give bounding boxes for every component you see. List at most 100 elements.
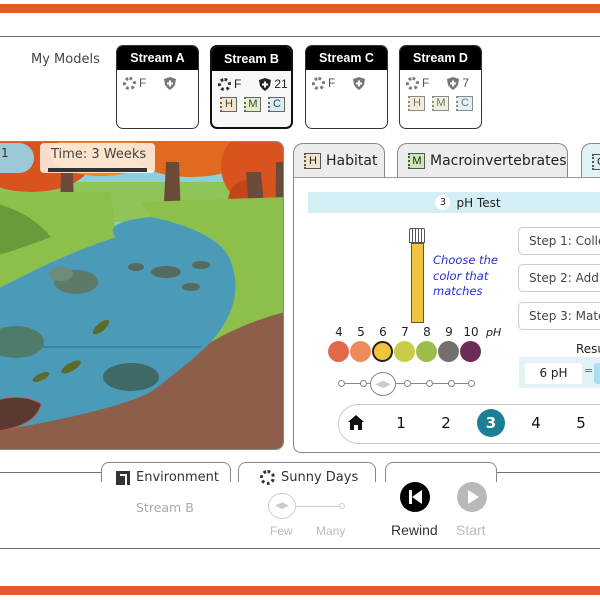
top-accent-bar [0,4,600,13]
slider-track [296,506,340,507]
ph-unit: pH [486,326,502,339]
chemistry-icon: C [592,153,600,170]
stream-illustration [0,142,283,449]
sun-value: F [234,77,242,91]
shield-count: 7 [462,76,470,90]
shield-icon [164,76,177,90]
ph-color-swatches [328,341,482,362]
step-3-chip[interactable]: Step 3: Match [518,302,600,330]
step-1-chip[interactable]: Step 1: Collect [518,227,600,255]
macro-badge: M [244,97,261,112]
slider-stop[interactable] [468,380,475,387]
slider-stop[interactable] [404,380,411,387]
stream-scene [0,141,284,450]
environment-label: Environment [116,470,219,485]
ph-test-title: pH Test [456,195,501,210]
model-card-stream-d[interactable]: Stream D F 7 H M C [399,45,482,129]
step-nav-4[interactable]: 4 [522,409,550,437]
sun-icon [218,77,231,91]
result-answer-box[interactable] [594,363,600,384]
result-equals: = [584,364,594,377]
home-icon [348,415,364,430]
slider-handle[interactable]: ◀▶ [268,493,296,519]
ph-slider[interactable]: ◀▶ [338,372,478,396]
ph-label: 4 [335,325,343,339]
tab-chemistry[interactable]: C [581,143,600,179]
ph-label: 8 [423,325,431,339]
slider-stop[interactable] [338,380,345,387]
test-strip-cap [409,228,425,243]
simulation-tab[interactable] [385,462,497,482]
bottom-accent-bar [0,586,600,595]
start-button[interactable] [457,482,487,512]
ph-swatch-6[interactable] [372,341,393,362]
slider-stop[interactable] [448,380,455,387]
few-label: Few [270,524,293,538]
instruction-text: Choose the color that matches [433,253,498,298]
step-navigation [338,404,600,444]
ph-swatch-7[interactable] [394,341,415,362]
sun-icon [260,470,275,485]
step-2-chip[interactable]: Step 2: Add t [518,264,600,292]
model-name: Stream A [117,46,198,70]
sun-value: F [328,76,336,90]
model-name: Stream B [212,47,291,71]
step-nav-1[interactable]: 1 [387,409,415,437]
rewind-label[interactable]: Rewind [391,522,438,538]
rewind-button[interactable] [400,482,430,512]
ph-swatch-9[interactable] [438,341,459,362]
ph-swatch-5[interactable] [350,341,371,362]
model-name: Stream C [306,46,387,70]
ph-label: 7 [401,325,409,339]
ph-label: 6 [379,325,387,339]
slider-handle[interactable]: ◀▶ [370,372,396,396]
sun-icon [312,76,325,90]
ph-label: 5 [357,325,365,339]
model-card-stream-b[interactable]: Stream B F 21 H M C [210,45,293,129]
shield-icon [447,76,460,90]
macro-badge: M [432,96,449,111]
test-strip [411,243,424,323]
step-number-badge: 3 [435,195,451,210]
ph-swatch-4[interactable] [328,341,349,362]
step-nav-5[interactable]: 5 [567,409,595,437]
slider-stop[interactable] [339,503,345,509]
chem-badge: C [268,97,285,112]
my-models-label: My Models [31,52,100,67]
home-button[interactable] [342,409,370,437]
step-nav-2[interactable]: 2 [432,409,460,437]
model-name: Stream D [400,46,481,70]
model-card-stream-a[interactable]: Stream A F [116,45,199,129]
sun-value: F [422,76,430,90]
sunny-days-slider[interactable]: ◀▶ [268,493,358,521]
habitat-icon: H [304,153,321,169]
time-progress-bar [48,168,147,172]
shield-icon [353,76,366,90]
ph-test-header: 3 pH Test [308,192,600,213]
start-label[interactable]: Start [456,522,486,538]
ph-swatch-10[interactable] [460,341,481,362]
chem-badge: C [456,96,473,111]
sun-icon [123,76,136,90]
ph-swatch-8[interactable] [416,341,437,362]
environment-value: Stream B [136,500,194,515]
tab-habitat[interactable]: H Habitat [293,143,385,178]
macro-icon: M [408,153,425,169]
sun-value: F [139,76,147,90]
model-card-stream-c[interactable]: Stream C F [305,45,388,129]
shield-count: 21 [274,77,288,91]
step-nav-3[interactable]: 3 [477,409,505,437]
slider-stop[interactable] [426,380,433,387]
shield-icon [259,77,272,91]
result-value: 6 pH [525,363,582,384]
paint-roller-icon [116,470,130,485]
controls-divider-right [497,472,600,473]
tab-macroinvertebrates[interactable]: M Macroinvertebrates [397,143,568,178]
slider-stop[interactable] [360,380,367,387]
scene-counter-pill: 1 [0,143,34,173]
controls-divider-left [0,472,102,473]
header-divider [0,36,600,37]
habitat-badge: H [220,97,237,112]
tab-label: Macroinvertebrates [430,153,567,169]
sun-icon [406,76,419,90]
